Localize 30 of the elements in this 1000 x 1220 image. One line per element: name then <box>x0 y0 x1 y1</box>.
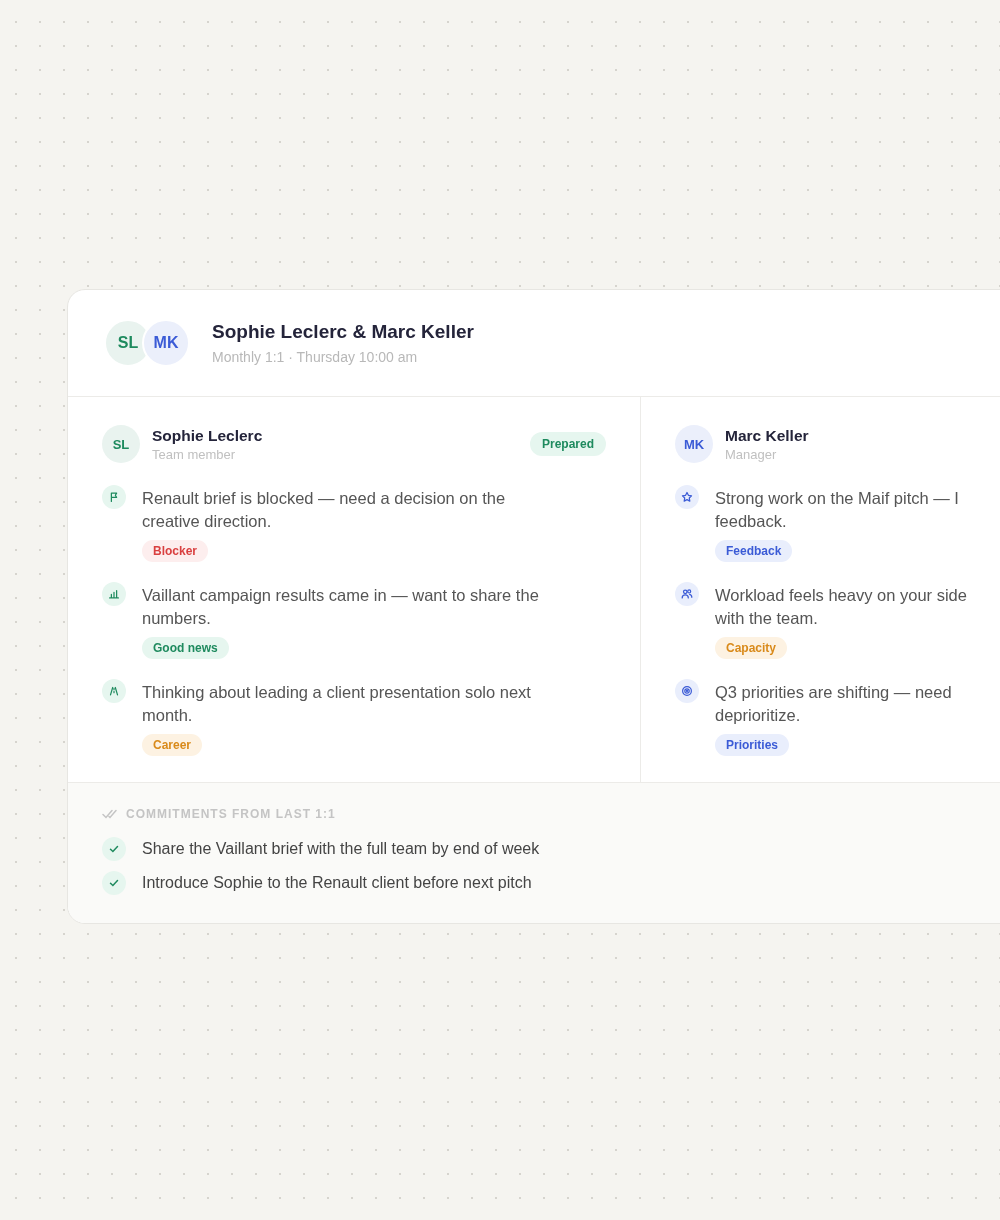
person-role: Manager <box>725 446 778 462</box>
tag: Blocker <box>142 540 209 562</box>
target-icon <box>675 679 699 703</box>
agenda-item-text: Vaillant campaign results came in — want to share the numbers. <box>142 585 539 629</box>
tag: Good news <box>142 637 229 659</box>
avatar: MK <box>142 319 190 367</box>
flag-icon <box>102 485 126 509</box>
tag: Capacity <box>715 637 788 659</box>
agenda-item-text: Q3 priorities are shifting — need deprioritize. <box>715 682 952 726</box>
people-icon <box>675 582 699 606</box>
avatar: MK <box>675 425 713 463</box>
avatar: SL <box>102 425 140 463</box>
person-role: Team member <box>152 446 237 462</box>
agenda-item-text: Workload feels heavy on your side with the team. <box>715 585 967 629</box>
commitment-text: Share the Vaillant brief with the full team by end of week <box>142 840 540 858</box>
double-check-icon <box>102 808 118 820</box>
meeting-schedule: Monthly 1:1 · Thursday 10:00 am <box>212 349 419 365</box>
agenda-item-text: Strong work on the Maif pitch — I feedback. <box>715 488 959 532</box>
status-badge: Prepared <box>529 432 606 456</box>
tag: Feedback <box>715 540 793 562</box>
tag: Priorities <box>715 734 790 756</box>
agenda-item-text: Renault brief is blocked — need a decision on the creative direction. <box>142 488 506 532</box>
meeting-title: Sophie Leclerc & Marc Keller <box>212 321 474 343</box>
tag: Career <box>142 734 203 756</box>
person-name: Sophie Leclerc <box>152 426 263 445</box>
commitment-text: Introduce Sophie to the Renault client before next pitch <box>142 874 532 892</box>
bar-chart-icon <box>102 582 126 606</box>
road-icon <box>102 679 126 703</box>
person-name: Marc Keller <box>725 426 809 445</box>
agenda-item-text: Thinking about leading a client presentation solo next month. <box>142 682 531 726</box>
